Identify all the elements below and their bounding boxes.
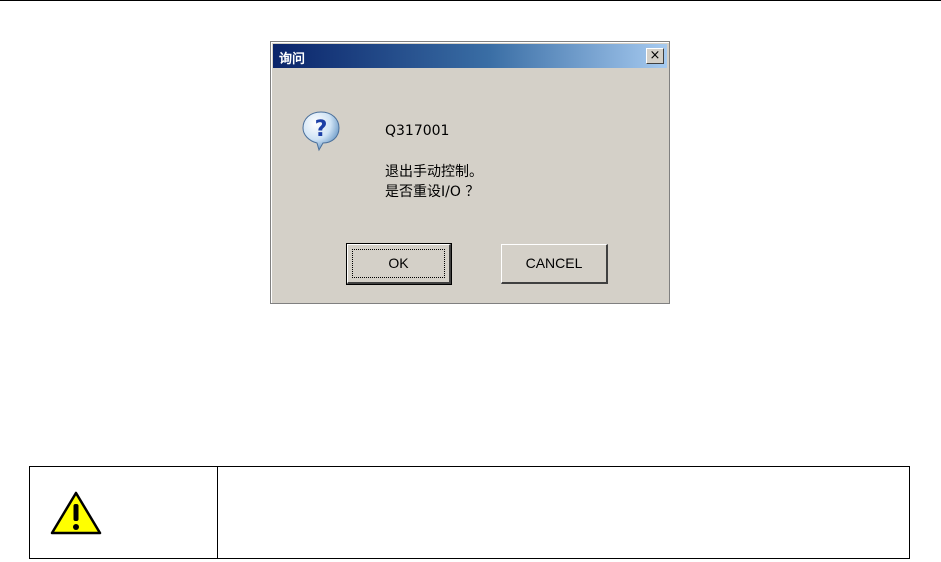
message-code: Q317001 (385, 123, 450, 139)
cancel-button[interactable]: CANCEL (501, 244, 608, 284)
dialog-titlebar[interactable]: 询问 × (273, 44, 667, 68)
warning-icon (50, 491, 102, 535)
focus-rect (352, 249, 445, 278)
close-icon: × (649, 48, 661, 63)
cancel-label: CANCEL (525, 255, 583, 271)
question-icon: ? (302, 111, 340, 152)
table-divider (217, 467, 218, 558)
top-rule (0, 0, 941, 1)
svg-text:?: ? (315, 117, 328, 142)
ok-button[interactable]: OK (346, 243, 452, 285)
query-dialog: 询问 × ? Q317001 退出手动控制。 是否重设I/O ？ OK CANC… (270, 41, 670, 304)
message-line-2: 是否重设I/O ？ (385, 184, 480, 200)
warning-table (29, 466, 910, 559)
dialog-title: 询问 (279, 52, 306, 67)
close-button[interactable]: × (646, 48, 664, 64)
message-line-1: 退出手动控制。 (385, 164, 483, 180)
